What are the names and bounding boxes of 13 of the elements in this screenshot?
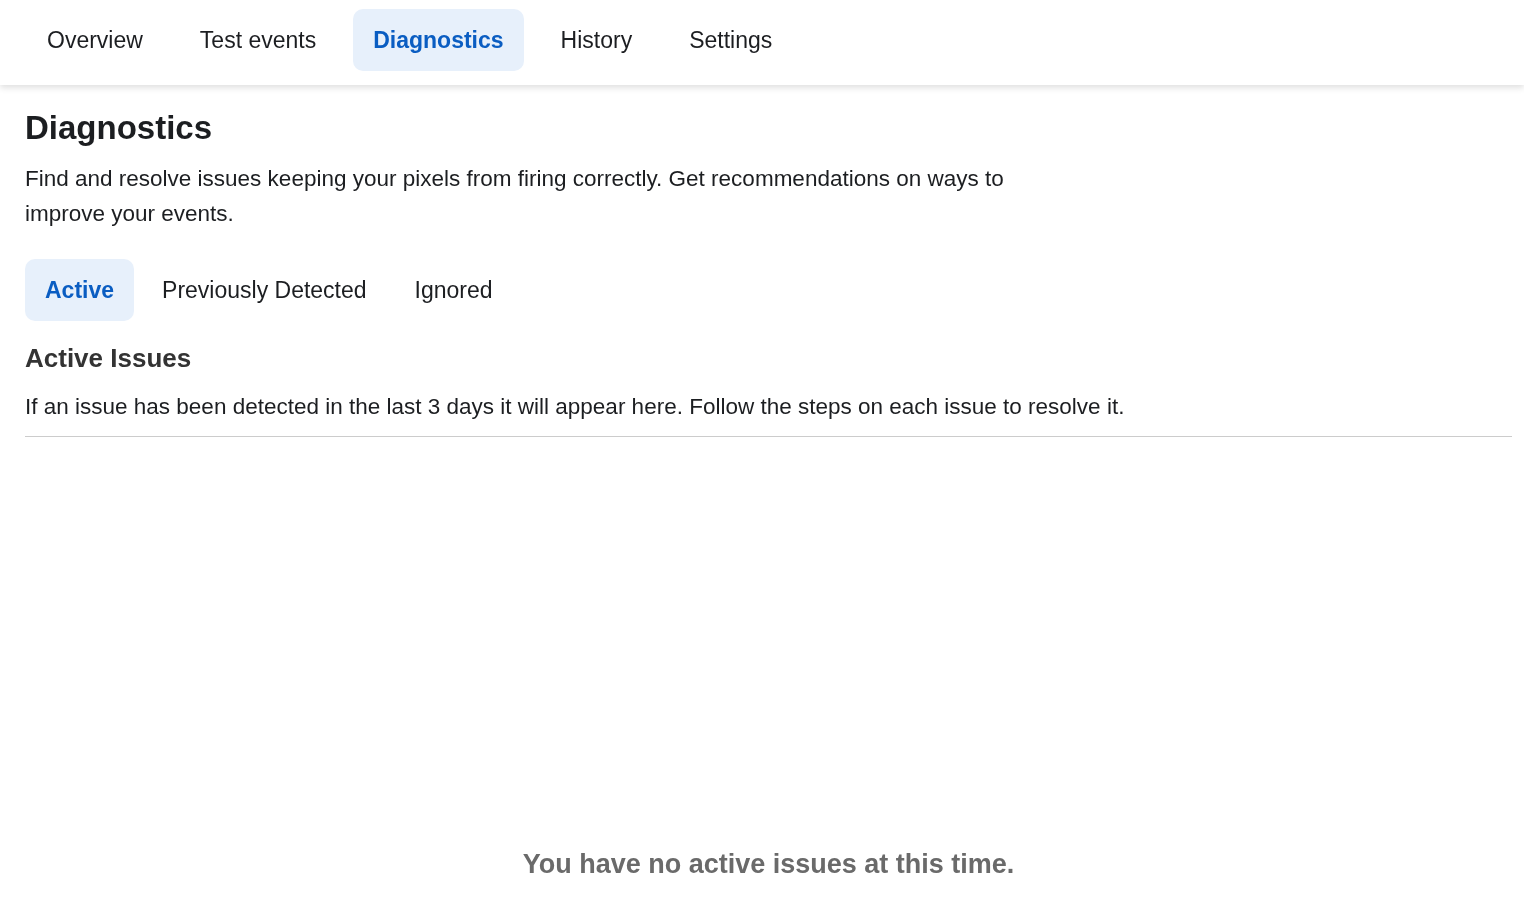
tab[interactable]: History (540, 9, 653, 71)
tab[interactable]: Active (25, 259, 135, 321)
empty-state-message: You have no active issues at this time. (522, 849, 1015, 880)
page-description: Find and resolve issues keeping your pixels from firing correctly. Get recommendations on ways to improve your events. (25, 165, 1005, 228)
page-title: Diagnostics (25, 109, 214, 147)
tab[interactable]: Ignored (394, 259, 513, 321)
section-description: If an issue has been detected in the last 3 days it will appear here. Follow the steps on each issue to resolve it. (25, 394, 1126, 420)
tab[interactable]: Overview (27, 9, 163, 71)
tab[interactable]: Settings (669, 9, 793, 71)
section-title: Active Issues (25, 343, 193, 374)
tab[interactable]: Diagnostics (353, 9, 524, 71)
tab[interactable]: Test events (179, 9, 337, 71)
tab[interactable]: Previously Detected (142, 259, 387, 321)
